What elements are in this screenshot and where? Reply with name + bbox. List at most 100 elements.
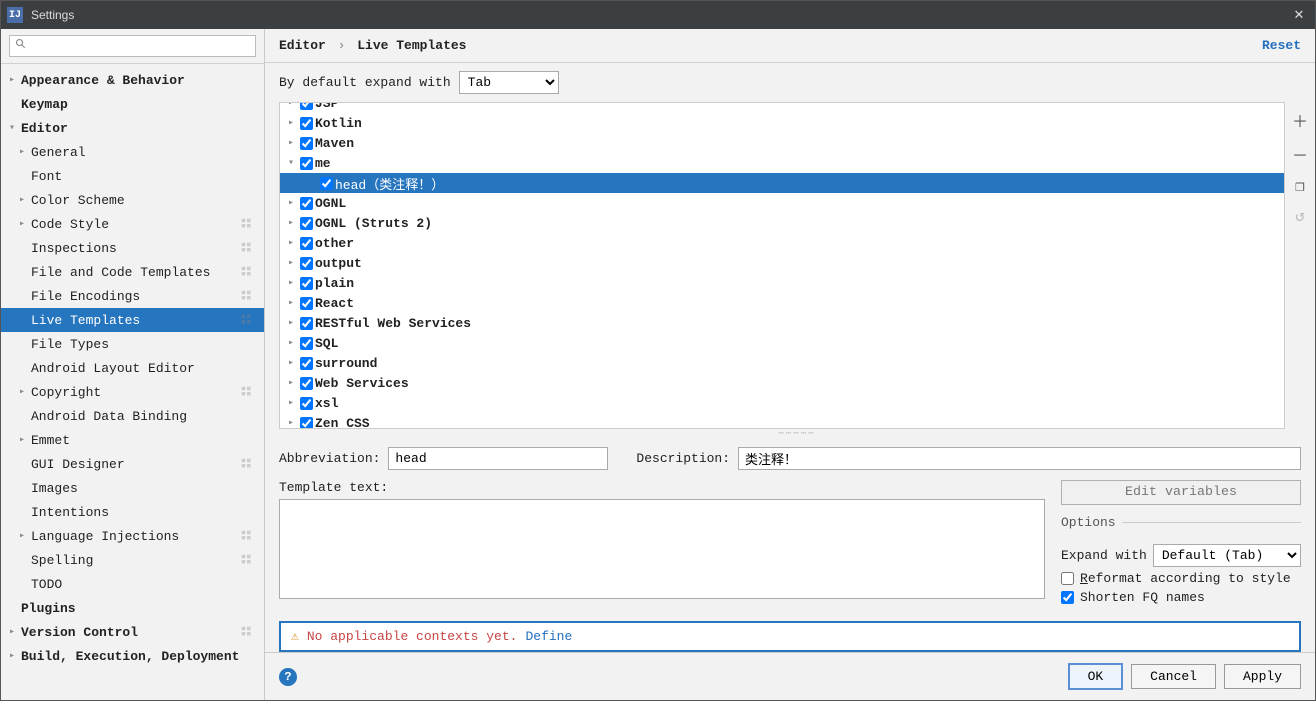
template-group-kotlin[interactable]: ▸Kotlin: [280, 113, 1284, 133]
define-link[interactable]: Define: [525, 629, 572, 644]
template-group-output[interactable]: ▸output: [280, 253, 1284, 273]
template-list[interactable]: ▸JSP▸Kotlin▸Maven▾mehead（类注释！）▸OGNL▸OGNL…: [279, 102, 1285, 429]
shorten-checkbox[interactable]: [1061, 591, 1074, 604]
template-group-me[interactable]: ▾me: [280, 153, 1284, 173]
sidebar-item-label: Language Injections: [31, 529, 179, 544]
template-group-checkbox[interactable]: [300, 297, 313, 310]
template-group-checkbox[interactable]: [300, 237, 313, 250]
template-group-label: Maven: [315, 136, 354, 151]
template-group-react[interactable]: ▸React: [280, 293, 1284, 313]
dialog-footer: ? OK Cancel Apply: [265, 652, 1315, 700]
reformat-checkbox[interactable]: [1061, 572, 1074, 585]
template-group-restful-web-services[interactable]: ▸RESTful Web Services: [280, 313, 1284, 333]
sidebar-item-editor[interactable]: ▾Editor: [1, 116, 264, 140]
template-group-sql[interactable]: ▸SQL: [280, 333, 1284, 353]
apply-button[interactable]: Apply: [1224, 664, 1301, 689]
desc-input[interactable]: [738, 447, 1301, 470]
template-group-checkbox[interactable]: [300, 277, 313, 290]
splitter-handle[interactable]: ┄┄┄┄┄: [279, 429, 1315, 439]
template-group-plain[interactable]: ▸plain: [280, 273, 1284, 293]
sidebar-item-version-control[interactable]: ▸Version Control: [1, 620, 264, 644]
copy-icon[interactable]: ❐: [1291, 176, 1309, 196]
default-expand-select[interactable]: Tab: [459, 71, 559, 94]
template-group-label: me: [315, 156, 331, 171]
sidebar-item-label: Emmet: [31, 433, 70, 448]
chevron-right-icon: ▸: [9, 650, 21, 662]
sidebar-item-label: Build, Execution, Deployment: [21, 649, 239, 664]
template-group-maven[interactable]: ▸Maven: [280, 133, 1284, 153]
main-panel: Editor › Live Templates Reset By default…: [265, 29, 1315, 700]
template-group-ognl-struts-2-[interactable]: ▸OGNL (Struts 2): [280, 213, 1284, 233]
template-group-checkbox[interactable]: [300, 397, 313, 410]
project-scope-icon: [240, 457, 254, 471]
template-group-checkbox[interactable]: [300, 337, 313, 350]
template-group-checkbox[interactable]: [300, 377, 313, 390]
template-item-checkbox[interactable]: [320, 177, 333, 190]
template-group-checkbox[interactable]: [300, 137, 313, 150]
expand-with-select[interactable]: Default (Tab): [1153, 544, 1301, 567]
template-text-area[interactable]: [279, 499, 1045, 599]
template-group-checkbox[interactable]: [300, 117, 313, 130]
template-group-xsl[interactable]: ▸xsl: [280, 393, 1284, 413]
template-group-jsp[interactable]: ▸JSP: [280, 102, 1284, 113]
remove-icon[interactable]: －: [1291, 142, 1309, 166]
sidebar-item-font[interactable]: Font: [1, 164, 264, 188]
template-group-checkbox[interactable]: [300, 257, 313, 270]
sidebar-item-language-injections[interactable]: ▸Language Injections: [1, 524, 264, 548]
sidebar-item-android-data-binding[interactable]: Android Data Binding: [1, 404, 264, 428]
sidebar-item-intentions[interactable]: Intentions: [1, 500, 264, 524]
add-icon[interactable]: ＋: [1291, 108, 1309, 132]
project-scope-icon: [240, 241, 254, 255]
template-group-checkbox[interactable]: [300, 197, 313, 210]
sidebar-item-copyright[interactable]: ▸Copyright: [1, 380, 264, 404]
sidebar-item-file-types[interactable]: File Types: [1, 332, 264, 356]
sidebar-item-color-scheme[interactable]: ▸Color Scheme: [1, 188, 264, 212]
template-group-other[interactable]: ▸other: [280, 233, 1284, 253]
settings-tree[interactable]: ▸Appearance & BehaviorKeymap▾Editor▸Gene…: [1, 64, 264, 700]
sidebar-item-label: Spelling: [31, 553, 93, 568]
help-icon[interactable]: ?: [279, 668, 297, 686]
sidebar-item-inspections[interactable]: Inspections: [1, 236, 264, 260]
template-group-checkbox[interactable]: [300, 357, 313, 370]
ok-button[interactable]: OK: [1068, 663, 1124, 690]
sidebar-item-label: Inspections: [31, 241, 117, 256]
header: Editor › Live Templates Reset: [265, 29, 1315, 63]
template-group-checkbox[interactable]: [300, 417, 313, 430]
template-group-surround[interactable]: ▸surround: [280, 353, 1284, 373]
template-group-checkbox[interactable]: [300, 317, 313, 330]
cancel-button[interactable]: Cancel: [1131, 664, 1216, 689]
template-group-checkbox[interactable]: [300, 157, 313, 170]
sidebar-item-general[interactable]: ▸General: [1, 140, 264, 164]
sidebar-item-emmet[interactable]: ▸Emmet: [1, 428, 264, 452]
warning-icon: ⚠: [291, 629, 299, 644]
template-item[interactable]: head（类注释！）: [280, 173, 1284, 193]
reset-link[interactable]: Reset: [1262, 38, 1301, 53]
template-group-web-services[interactable]: ▸Web Services: [280, 373, 1284, 393]
sidebar-item-file-and-code-templates[interactable]: File and Code Templates: [1, 260, 264, 284]
template-group-label: RESTful Web Services: [315, 316, 471, 331]
sidebar-item-todo[interactable]: TODO: [1, 572, 264, 596]
window-title: Settings: [31, 8, 1289, 22]
sidebar-item-label: File and Code Templates: [31, 265, 210, 280]
sidebar-item-plugins[interactable]: Plugins: [1, 596, 264, 620]
sidebar-item-spelling[interactable]: Spelling: [1, 548, 264, 572]
sidebar-item-appearance-behavior[interactable]: ▸Appearance & Behavior: [1, 68, 264, 92]
sidebar-item-build-execution-deployment[interactable]: ▸Build, Execution, Deployment: [1, 644, 264, 668]
template-group-checkbox[interactable]: [300, 102, 313, 110]
sidebar-item-android-layout-editor[interactable]: Android Layout Editor: [1, 356, 264, 380]
template-group-zen-css[interactable]: ▸Zen CSS: [280, 413, 1284, 429]
shorten-label: Shorten FQ names: [1080, 590, 1205, 605]
sidebar-item-label: File Types: [31, 337, 109, 352]
abbr-input[interactable]: [388, 447, 608, 470]
sidebar-item-gui-designer[interactable]: GUI Designer: [1, 452, 264, 476]
sidebar-item-keymap[interactable]: Keymap: [1, 92, 264, 116]
sidebar-item-live-templates[interactable]: Live Templates: [1, 308, 264, 332]
sidebar-item-code-style[interactable]: ▸Code Style: [1, 212, 264, 236]
search-input[interactable]: [9, 35, 256, 57]
sidebar-item-images[interactable]: Images: [1, 476, 264, 500]
template-group-checkbox[interactable]: [300, 217, 313, 230]
breadcrumb-editor[interactable]: Editor: [279, 38, 326, 53]
template-group-ognl[interactable]: ▸OGNL: [280, 193, 1284, 213]
close-icon[interactable]: ✕: [1289, 7, 1309, 23]
sidebar-item-file-encodings[interactable]: File Encodings: [1, 284, 264, 308]
